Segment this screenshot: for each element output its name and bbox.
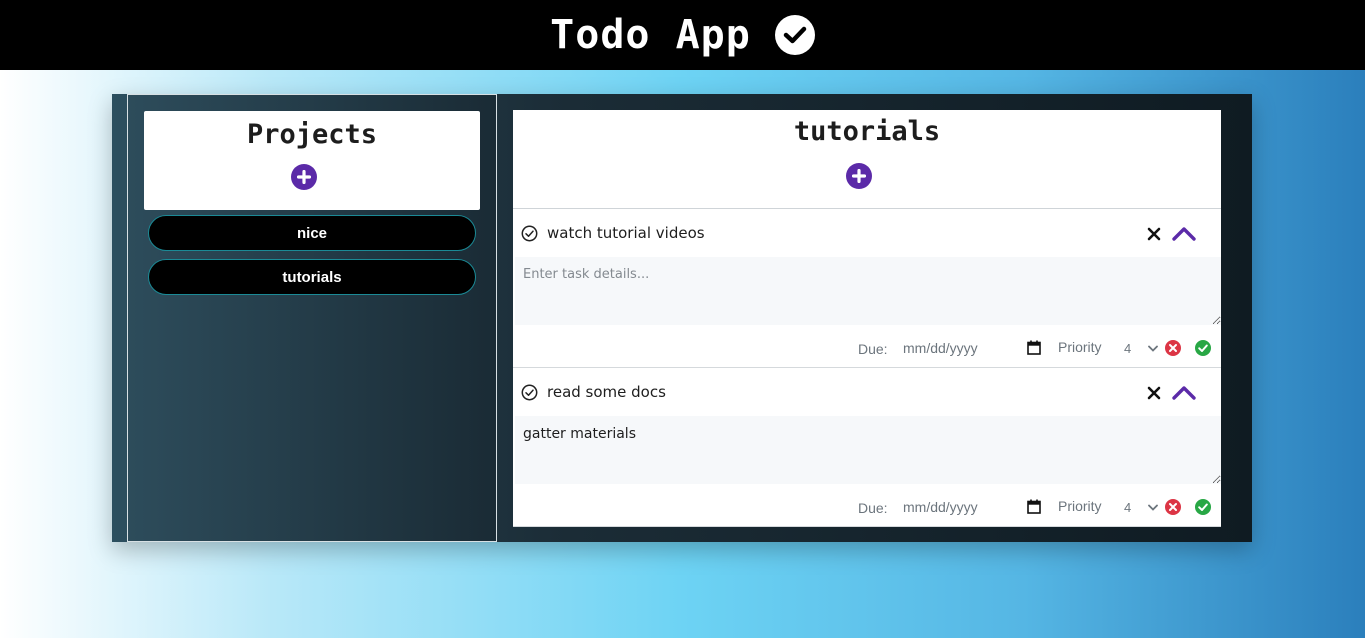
check-circle-icon [774,15,815,55]
add-project-button[interactable] [291,164,317,190]
top-bar: Todo App [0,0,1365,70]
project-title: tutorials [793,116,941,147]
delete-task-icon[interactable] [1146,226,1162,242]
projects-sidebar: Projects nice tutorials [127,94,497,542]
plus-icon [852,169,866,183]
calendar-icon[interactable] [1027,499,1041,514]
projects-title: Projects [246,119,378,150]
task-footer: Due: mm/dd/yyyy Priority 4 [513,331,1221,363]
cancel-circle-icon[interactable] [1165,499,1181,515]
check-circle-icon[interactable] [521,225,538,242]
task-name: watch tutorial videos [547,224,705,242]
chevron-down-icon[interactable] [1148,504,1158,511]
app-title: Todo App [550,12,751,58]
project-header: tutorials [513,110,1221,209]
check-circle-icon[interactable] [521,384,538,401]
task-name: read some docs [547,383,666,401]
add-task-button[interactable] [846,163,872,189]
priority-select[interactable]: 4 [1124,500,1131,515]
task-header: watch tutorial videos [513,209,1221,257]
chevron-down-icon[interactable] [1148,345,1158,352]
confirm-circle-icon[interactable] [1195,499,1211,515]
priority-select[interactable]: 4 [1124,341,1131,356]
task-item: watch tutorial videos Due: mm/dd/yyyy Pr… [513,209,1221,368]
task-details-input[interactable] [515,416,1221,484]
chevron-up-icon[interactable] [1171,224,1197,242]
task-item: read some docs Due: mm/dd/yyyy Priority … [513,368,1221,527]
due-date-input[interactable]: mm/dd/yyyy [903,340,978,356]
app-container: Projects nice tutorials tutorials watch … [112,94,1252,542]
due-label: Due: [858,341,888,357]
project-panel: tutorials watch tutorial videos Due: mm/… [513,110,1221,527]
due-date-input[interactable]: mm/dd/yyyy [903,499,978,515]
priority-label: Priority [1058,498,1102,514]
project-item-nice[interactable]: nice [148,215,476,251]
chevron-up-icon[interactable] [1171,383,1197,401]
plus-icon [297,170,311,184]
delete-task-icon[interactable] [1146,385,1162,401]
calendar-icon[interactable] [1027,340,1041,355]
project-item-tutorials[interactable]: tutorials [148,259,476,295]
cancel-circle-icon[interactable] [1165,340,1181,356]
priority-label: Priority [1058,339,1102,355]
task-details-input[interactable] [515,257,1221,325]
projects-header: Projects [144,111,480,210]
task-footer: Due: mm/dd/yyyy Priority 4 [513,490,1221,522]
due-label: Due: [858,500,888,516]
task-header: read some docs [513,368,1221,416]
confirm-circle-icon[interactable] [1195,340,1211,356]
